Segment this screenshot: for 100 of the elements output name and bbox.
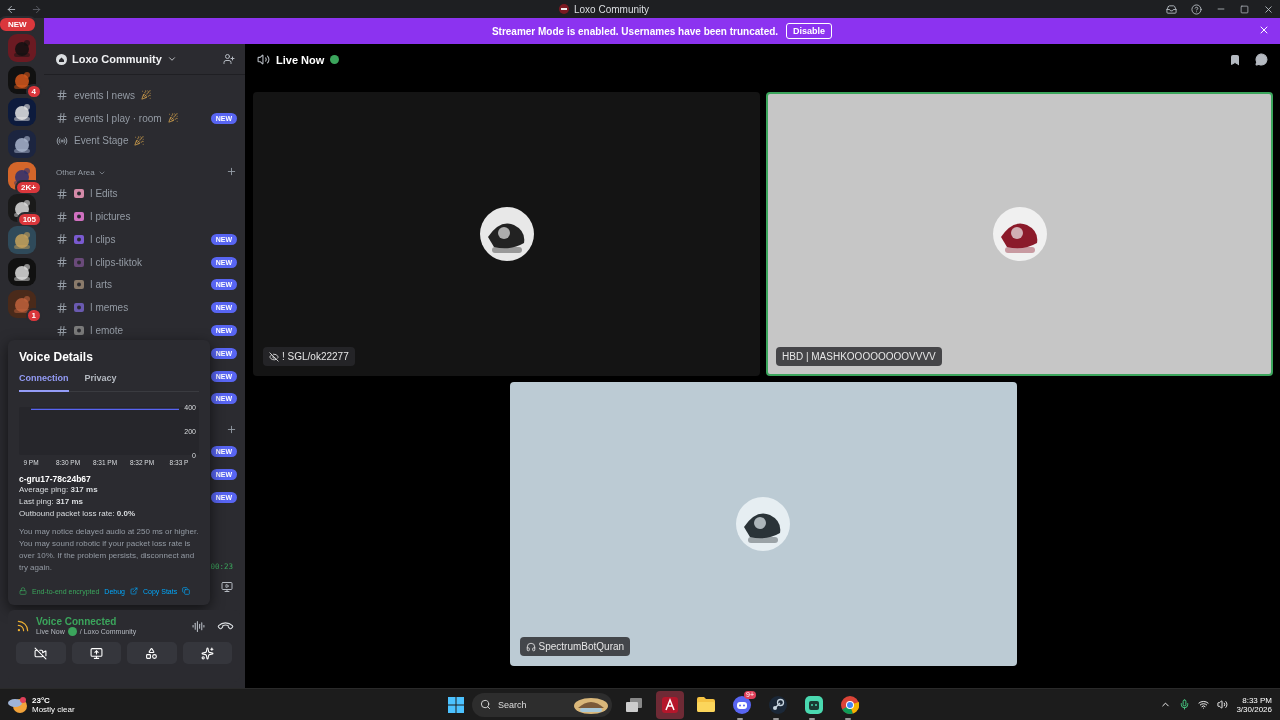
server-id: c-gru17-78c24b67 xyxy=(19,474,92,484)
weather-icon xyxy=(8,695,28,714)
hash-icon xyxy=(56,278,68,291)
live-dot xyxy=(330,55,340,64)
video-tile[interactable]: HBD | MASHKOOOOOOOOVVVV xyxy=(766,92,1273,376)
hash-icon xyxy=(56,324,68,337)
temperature: 23°C xyxy=(32,695,51,705)
server-button[interactable] xyxy=(8,130,36,158)
window-title: Loxo Community xyxy=(574,3,649,15)
hash-icon xyxy=(56,233,68,246)
search-field[interactable]: Search xyxy=(472,692,612,717)
hash-icon xyxy=(56,301,68,314)
chat-icon[interactable] xyxy=(1255,53,1268,66)
popup-title: Voice Details xyxy=(19,350,94,364)
monitor-icon xyxy=(89,646,103,660)
noise-suppression-button[interactable] xyxy=(192,619,205,633)
channel-name[interactable]: ǀ memes xyxy=(90,302,129,314)
weather-condition: Mostly clear xyxy=(32,704,75,714)
stat-line: Outbound packet loss rate: 0.0% xyxy=(19,508,137,520)
user-name: ! SGL/ok22277 xyxy=(282,351,349,362)
voice-status: Voice Connected xyxy=(36,616,118,627)
external-link-icon xyxy=(129,587,138,595)
windows-icon xyxy=(626,697,642,712)
browser-icon xyxy=(841,695,859,714)
close-icon[interactable] xyxy=(1258,24,1270,36)
eye-off-icon xyxy=(269,351,279,362)
server-name[interactable]: Loxo Community xyxy=(72,53,162,65)
soundboard-button[interactable] xyxy=(182,642,232,664)
help-icon[interactable] xyxy=(1191,3,1202,15)
hash-icon xyxy=(56,256,68,269)
channel-name[interactable]: ǀ clips xyxy=(90,233,116,245)
server-button[interactable] xyxy=(8,226,36,254)
channel-name[interactable]: ǀ pictures xyxy=(90,211,131,223)
windows-logo-icon[interactable] xyxy=(448,696,464,713)
bookmark-icon[interactable] xyxy=(1229,53,1241,66)
channel-name[interactable]: ǀ Edits xyxy=(90,188,118,200)
tab[interactable]: Privacy xyxy=(84,373,117,392)
banner-text: Streamer Mode is enabled. Usernames have been truncated. xyxy=(491,25,779,37)
close-icon[interactable] xyxy=(1263,3,1274,15)
copy-icon xyxy=(182,587,191,595)
add-icon[interactable] xyxy=(226,166,237,178)
volume-icon[interactable] xyxy=(1217,699,1229,710)
server-button[interactable] xyxy=(8,98,36,126)
channel-name[interactable]: events ǀ play · room xyxy=(74,112,162,124)
server-button[interactable] xyxy=(8,258,36,286)
channel-name[interactable]: Event Stage xyxy=(74,135,129,147)
video-tile[interactable]: ! SGL/ok22277 xyxy=(253,92,760,376)
party-icon xyxy=(134,136,145,146)
home-icon xyxy=(56,53,67,65)
clock-time[interactable]: 8:33 PM xyxy=(1242,695,1272,705)
hash-icon xyxy=(56,112,68,125)
stat-line: Average ping: 317 ms xyxy=(19,484,99,496)
taskbar-app-button[interactable] xyxy=(656,690,684,719)
speaker-icon xyxy=(257,53,270,66)
channel-name[interactable]: ǀ emote xyxy=(90,325,124,337)
activities-button[interactable] xyxy=(127,642,177,664)
search-input[interactable]: Search xyxy=(496,698,556,711)
search-icon xyxy=(480,699,491,710)
emoji-icon xyxy=(74,257,84,267)
server-logo-icon xyxy=(559,4,569,14)
sparkles-icon xyxy=(200,646,214,660)
robot-icon xyxy=(805,695,823,714)
chat-app-icon xyxy=(733,695,751,714)
letter-icon xyxy=(662,696,678,713)
hash-icon xyxy=(56,89,68,102)
back-icon[interactable] xyxy=(6,3,17,15)
folder-icon xyxy=(697,697,715,712)
chevron-icon xyxy=(166,54,177,64)
new-badge: NEW xyxy=(0,16,37,33)
user-name: SpectrumBotQuran xyxy=(538,641,625,652)
channel-name[interactable]: events ǀ news xyxy=(74,89,135,101)
inbox-icon[interactable] xyxy=(1166,3,1177,15)
lock-icon xyxy=(19,587,27,595)
disable-button[interactable]: Disable xyxy=(786,23,833,39)
screen-share-button[interactable] xyxy=(71,642,121,664)
user-name: HBD | MASHKOOOOOOOOVVVV xyxy=(782,351,936,362)
emoji-icon xyxy=(74,326,84,336)
live-dot xyxy=(67,627,77,636)
channel-title: Live Now xyxy=(276,53,325,66)
emoji-icon xyxy=(74,212,84,222)
camera-button[interactable] xyxy=(16,642,66,664)
emoji-icon xyxy=(74,189,84,199)
video-tile[interactable]: SpectrumBotQuran xyxy=(509,382,1017,666)
channel-name[interactable]: ǀ clips-tiktok xyxy=(90,256,143,268)
shapes-icon xyxy=(145,646,159,660)
category-label[interactable]: Other Area xyxy=(56,168,95,178)
stage-icon xyxy=(56,135,68,147)
clock-date[interactable]: 3/30/2026 xyxy=(1236,704,1272,714)
invite-icon[interactable] xyxy=(223,53,235,65)
add-icon[interactable] xyxy=(226,424,237,436)
channel-name[interactable]: ǀ arts xyxy=(90,279,113,291)
tab[interactable]: Connection xyxy=(19,373,69,392)
signal-icon xyxy=(16,619,30,633)
microphone-icon[interactable] xyxy=(1179,699,1191,710)
maximize-icon[interactable] xyxy=(1240,4,1249,14)
hash-icon xyxy=(56,187,68,200)
wifi-icon[interactable] xyxy=(1198,699,1210,710)
info-text: You may notice delayed audio at 250 ms or higher. You may sound robotic if your packet loss rate is over 10%. If the problem persists, disconnect and try again. xyxy=(19,526,199,574)
screen-share-icon[interactable] xyxy=(221,580,233,593)
emoji-icon xyxy=(74,303,84,313)
